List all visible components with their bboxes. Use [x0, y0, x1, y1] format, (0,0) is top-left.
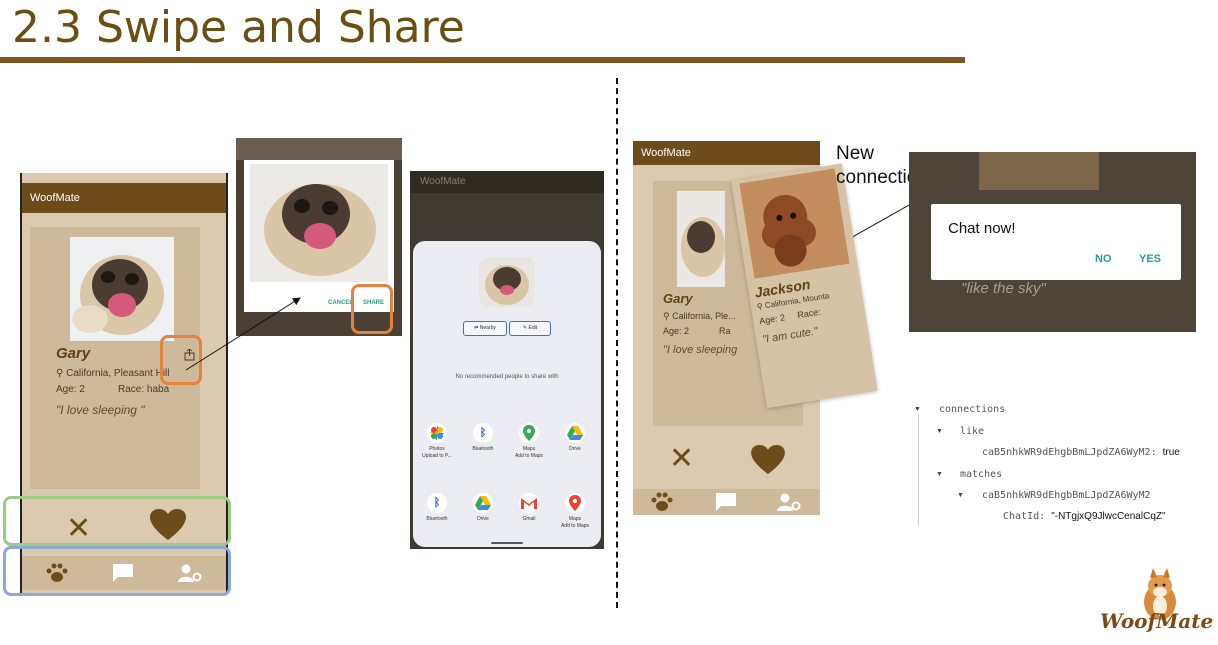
expand-triangle-icon[interactable]: ▼ — [914, 406, 921, 413]
profile-race: Ra — [719, 326, 731, 336]
tree-node-match-id[interactable]: caB5nhkWR9dEhgbBmLJpdZA6WyM2 — [982, 490, 1151, 501]
tree-node-like[interactable]: like — [960, 426, 984, 437]
tree-leaf-like[interactable]: caB5nhkWR9dEhgbBmLJpdZA6WyM2: true — [982, 447, 1180, 458]
chat-icon[interactable] — [715, 492, 737, 517]
paw-icon[interactable] — [651, 492, 673, 517]
location-pin-icon: ⚲ — [663, 311, 673, 321]
profile-age: Age: 2 — [663, 326, 690, 336]
tree-key: caB5nhkWR9dEhgbBmLJpdZA6WyM2: — [982, 447, 1157, 458]
profile-name: Gary — [663, 291, 693, 306]
close-icon: ✕ — [669, 442, 695, 475]
race-text: Race: — [796, 306, 822, 321]
chat-now-dialog: Chat now! NO YES — [931, 204, 1181, 280]
poodle-photo — [739, 168, 850, 279]
tree-key: ChatId: — [1003, 511, 1046, 522]
yes-button[interactable]: YES — [1139, 253, 1161, 265]
like-button[interactable] — [751, 445, 785, 480]
profile-quote: "I love sleeping — [663, 344, 738, 356]
tree-value: "-NTgjxQ9JlwcCenalCqZ" — [1051, 511, 1166, 522]
profile-quote: "like the sky" — [961, 280, 1046, 297]
expand-triangle-icon[interactable]: ▼ — [957, 492, 964, 499]
match-dialog-screen: Chat now! NO YES "like the sky" — [909, 152, 1196, 332]
tree-leaf-chatid[interactable]: ChatId: "-NTgjxQ9JlwcCenalCqZ" — [1003, 511, 1166, 522]
expand-triangle-icon[interactable]: ▼ — [936, 428, 943, 435]
expand-triangle-icon[interactable]: ▼ — [936, 471, 943, 478]
location-text: California, Ple... — [672, 311, 736, 321]
age-text: Age: 2 — [758, 312, 786, 327]
app-bar-title: WoofMate — [633, 141, 820, 165]
background-photo — [979, 152, 1099, 190]
logo-wordmark: WoofMate — [1100, 609, 1213, 633]
tree-value: true — [1162, 447, 1180, 458]
dislike-button[interactable]: ✕ — [669, 441, 694, 476]
tree-guide — [918, 414, 919, 526]
profile-location: ⚲ California, Ple... — [663, 311, 736, 322]
bottom-nav — [633, 489, 820, 515]
tree-node-matches[interactable]: matches — [960, 469, 1002, 480]
user-settings-icon[interactable] — [777, 492, 801, 517]
annotation-line1: New — [836, 143, 875, 164]
dialog-title: Chat now! — [948, 220, 1016, 237]
tree-node-connections[interactable]: connections — [939, 404, 1005, 415]
profile-quote: "I am cute." — [761, 325, 819, 346]
woofmate-logo: WoofMate — [1098, 566, 1214, 640]
no-button[interactable]: NO — [1095, 253, 1112, 265]
heart-icon — [751, 445, 785, 475]
pug-photo — [677, 191, 725, 287]
phone-swipe-screen: WoofMate Gary ⚲ California, Ple... Age: … — [633, 141, 878, 515]
